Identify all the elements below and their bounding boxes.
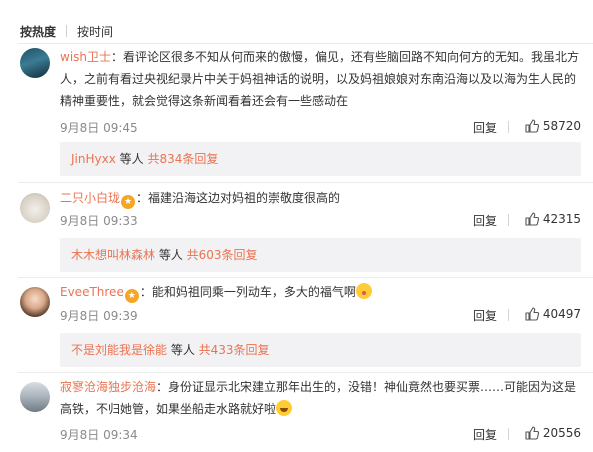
row-divider — [18, 182, 593, 183]
comment-author[interactable]: EveeThree — [60, 285, 124, 299]
reply-button[interactable]: 回复 — [473, 307, 497, 324]
action-divider — [508, 121, 509, 133]
comment-text: wish卫士：看评论区很多不知从何而来的傲慢，偏见，还有些脑回路不知向何方的无知… — [60, 46, 581, 112]
comment-text: 寂寥沧海独步沧海：身份证显示北宋建立那年出生的，没错！神仙竟然也要买票……可能因… — [60, 376, 581, 420]
subreply-names[interactable]: JinHyxx — [71, 152, 116, 166]
laugh-emoji-icon — [276, 400, 293, 416]
subreply-connector: 等人 — [115, 152, 148, 166]
subreply-count[interactable]: 共834条回复 — [147, 152, 218, 166]
sort-tabs: 按热度 按时间 — [20, 23, 113, 39]
medal-icon: ★ — [121, 195, 136, 209]
comment-time: 9月8日 09:34 — [60, 428, 138, 442]
reply-button[interactable]: 回复 — [473, 212, 497, 229]
comment-text: 二只小白珑 ★ ：福建沿海这边对妈祖的崇敬度很高的 — [60, 187, 581, 209]
subreply-connector: 等人 — [155, 248, 187, 262]
avatar[interactable] — [20, 193, 50, 223]
subreply-names[interactable]: 不是刘能我是徐能 — [71, 343, 167, 357]
comment-time: 9月8日 09:33 — [60, 214, 138, 228]
avatar[interactable] — [20, 382, 50, 412]
reply-button[interactable]: 回复 — [473, 119, 497, 136]
kiss-emoji-icon — [355, 283, 372, 299]
comment-text: EveeThree ★ ：能和妈祖同乘一列动车，多大的福气啊 — [60, 281, 581, 303]
like-button[interactable]: 42315 — [525, 212, 581, 226]
action-divider — [508, 428, 509, 440]
action-divider — [508, 309, 509, 321]
comment-time: 9月8日 09:45 — [60, 121, 138, 135]
thumb-up-icon — [525, 212, 539, 226]
comment-content: ：福建沿海这边对妈祖的崇敬度很高的 — [136, 191, 341, 205]
thumb-up-icon — [525, 307, 539, 321]
thumb-up-icon — [525, 426, 539, 440]
reply-button[interactable]: 回复 — [473, 426, 497, 443]
sort-by-hot-tab[interactable]: 按热度 — [20, 23, 56, 40]
comment-meta: 9月8日 09:33 回复 42315 — [60, 212, 581, 228]
like-count: 58720 — [542, 119, 581, 133]
comment-author[interactable]: wish卫士 — [60, 50, 111, 64]
subreply-summary[interactable]: JinHyxx 等人 共834条回复 — [60, 142, 581, 176]
sort-divider — [66, 25, 68, 37]
avatar[interactable] — [20, 287, 50, 317]
subreply-names[interactable]: 木木想叫林森林 — [71, 248, 155, 262]
comment-meta: 9月8日 09:45 回复 58720 — [60, 119, 581, 135]
comment-content: ：看评论区很多不知从何而来的傲慢，偏见，还有些脑回路不知向何方的无知。我虽北方人… — [60, 50, 580, 108]
row-divider — [18, 277, 593, 278]
medal-icon: ★ — [124, 289, 139, 303]
comment-content: ：能和妈祖同乘一列动车，多大的福气啊 — [139, 285, 356, 299]
sort-by-time-tab[interactable]: 按时间 — [77, 23, 113, 40]
comment-author[interactable]: 二只小白珑 — [60, 191, 120, 205]
comment-time: 9月8日 09:39 — [60, 309, 138, 323]
comment-meta: 9月8日 09:39 回复 40497 — [60, 307, 581, 323]
like-count: 42315 — [542, 212, 581, 226]
comment-author[interactable]: 寂寥沧海独步沧海 — [60, 380, 156, 394]
subreply-count[interactable]: 共433条回复 — [199, 343, 270, 357]
like-button[interactable]: 40497 — [525, 307, 581, 321]
subreply-summary[interactable]: 木木想叫林森林 等人 共603条回复 — [60, 238, 581, 272]
subreply-summary[interactable]: 不是刘能我是徐能 等人 共433条回复 — [60, 333, 581, 367]
like-button[interactable]: 20556 — [525, 426, 581, 440]
action-divider — [508, 214, 509, 226]
row-divider — [18, 372, 593, 373]
like-button[interactable]: 58720 — [525, 119, 581, 133]
thumb-up-icon — [525, 119, 539, 133]
top-divider — [18, 43, 593, 44]
like-count: 40497 — [542, 307, 581, 321]
subreply-count[interactable]: 共603条回复 — [187, 248, 258, 262]
avatar[interactable] — [20, 48, 50, 78]
subreply-connector: 等人 — [167, 343, 199, 357]
like-count: 20556 — [542, 426, 581, 440]
comment-meta: 9月8日 09:34 回复 20556 — [60, 426, 581, 442]
